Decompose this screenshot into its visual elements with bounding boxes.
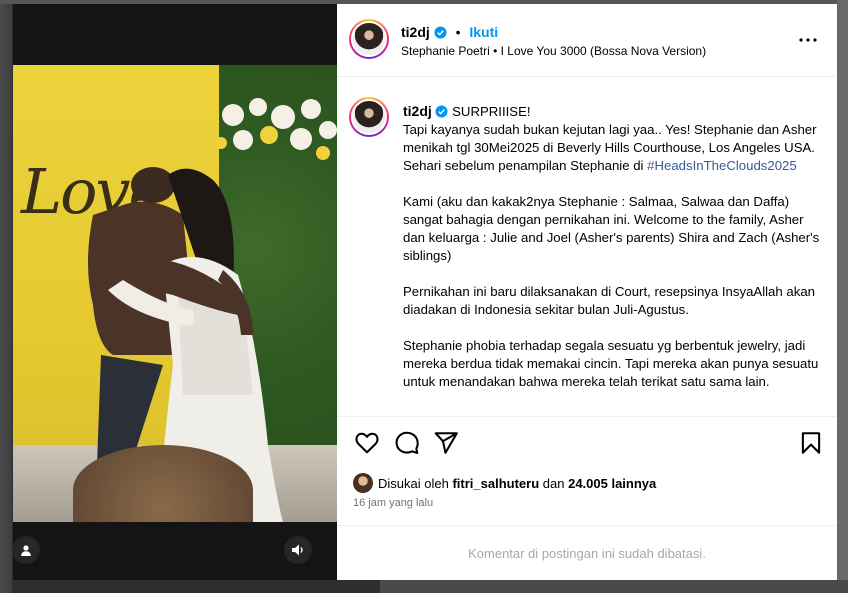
post-media[interactable]: Love [13,4,337,580]
caption-first-line: SURPRIIISE! [452,104,531,119]
sound-toggle-button[interactable] [284,536,312,564]
hashtag-link[interactable]: #HeadsInTheClouds2025 [647,158,797,173]
audio-attribution[interactable]: Stephanie Poetri • I Love You 3000 (Boss… [401,44,706,58]
caption-paragraph-4: Stephanie phobia terhadap segala sesuatu… [403,338,819,389]
video-frame[interactable]: Love [13,65,337,522]
post-detail-panel: ti2dj • Ikuti Stephanie Poetri • I Love … [337,4,837,580]
author-username[interactable]: ti2dj [401,24,430,40]
likes-prefix: Disukai oleh [378,475,449,491]
header-separator: • [455,24,461,40]
bookmark-icon[interactable] [798,430,824,456]
caption-username[interactable]: ti2dj [403,103,432,119]
comments-disabled-notice: Komentar di postingan ini sudah dibatasi… [337,525,837,580]
user-tag-button[interactable] [12,536,40,564]
caption-section: ti2dj SURPRIIISE! Tapi kayanya sudah buk… [337,78,837,416]
video-letterbox-top [13,4,337,65]
backdrop-right [837,0,848,593]
follow-button[interactable]: Ikuti [469,24,498,40]
speaker-icon [292,544,303,556]
more-options-icon[interactable] [797,32,819,48]
post-header: ti2dj • Ikuti Stephanie Poetri • I Love … [337,4,837,77]
audio-artist[interactable]: Stephanie Poetri [401,44,490,58]
post-timestamp[interactable]: 16 jam yang lalu [353,497,433,509]
liker-avatar[interactable] [353,473,373,493]
user-tag-icon [21,545,31,556]
verified-badge-icon [434,26,447,39]
liker-username[interactable]: fitri_salhuteru [452,476,539,491]
caption-paragraph-2: Kami (aku dan kakak2nya Stephanie : Salm… [403,194,820,263]
caption-text: ti2dj SURPRIIISE! Tapi kayanya sudah buk… [403,102,823,409]
heart-icon[interactable] [354,430,380,456]
send-icon[interactable] [433,430,459,456]
likes-count[interactable]: 24.005 lainnya [568,476,656,491]
verified-badge-icon [435,105,448,118]
likes-summary: Disukai oleh fitri_salhuteru dan 24.005 … [353,472,656,494]
author-avatar[interactable] [349,19,389,59]
likes-middle: dan [542,475,565,491]
audio-track[interactable]: I Love You 3000 (Bossa Nova Version) [501,44,706,58]
backdrop-bottom [380,580,848,593]
audio-separator: • [493,44,498,58]
comment-icon[interactable] [394,430,420,456]
caption-author-avatar[interactable] [349,97,389,137]
caption-paragraph-3: Pernikahan ini baru dilaksanakan di Cour… [403,284,815,317]
